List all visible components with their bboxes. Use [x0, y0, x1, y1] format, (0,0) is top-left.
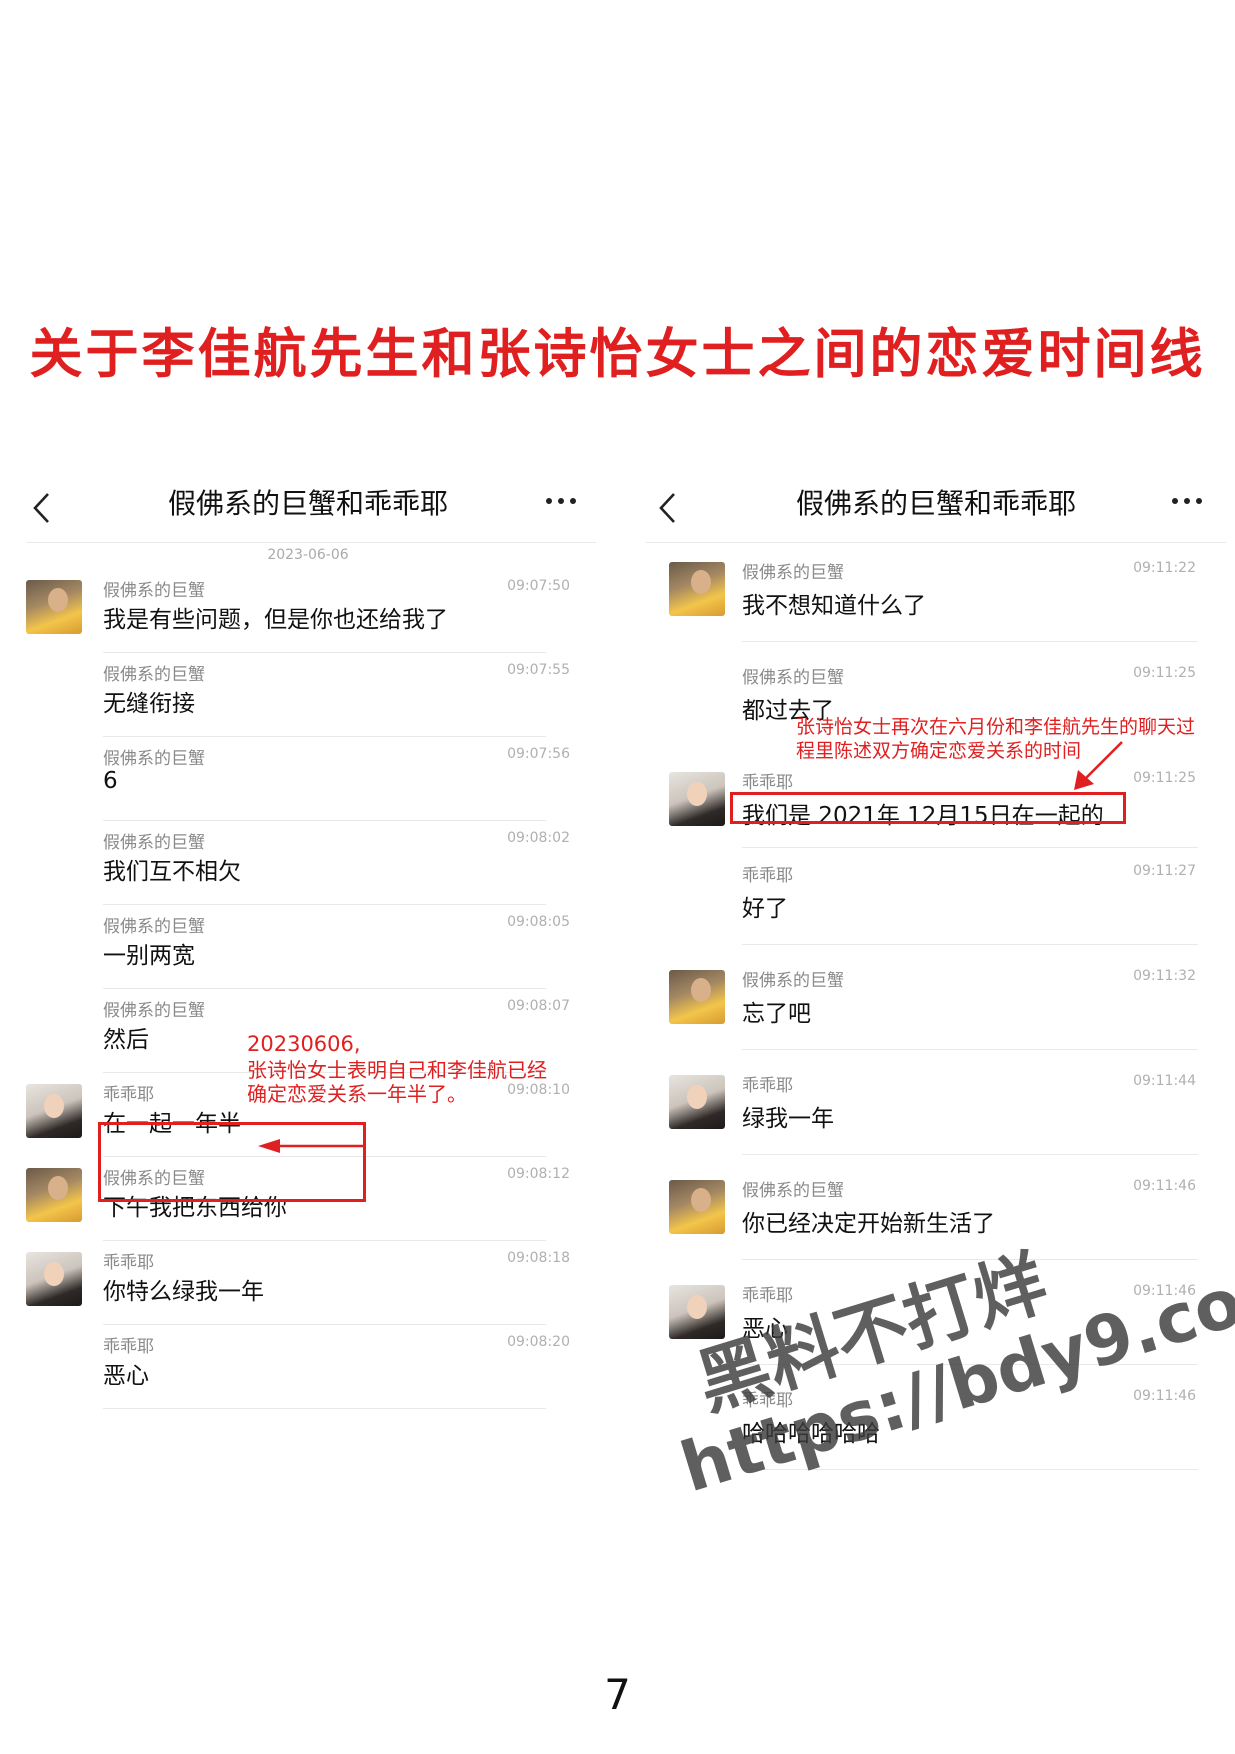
message-divider [742, 1154, 1198, 1155]
message-time: 09:11:46 [1133, 1178, 1196, 1194]
page-title: 关于李佳航先生和张诗怡女士之间的恋爱时间线 [29, 324, 1206, 385]
message-divider [103, 1408, 546, 1409]
avatar[interactable] [26, 1168, 82, 1222]
header-divider [646, 542, 1226, 543]
avatar[interactable] [669, 562, 725, 616]
sender-name: 假佛系的巨蟹 [742, 971, 844, 991]
message-divider [103, 820, 546, 821]
message-time: 09:08:02 [507, 830, 570, 846]
sender-name: 假佛系的巨蟹 [742, 563, 844, 583]
message-divider [742, 847, 1198, 848]
date-separator: 2023-06-06 [267, 547, 349, 563]
sender-name: 乖乖耶 [742, 1286, 793, 1306]
sender-name: 假佛系的巨蟹 [742, 1181, 844, 1201]
avatar[interactable] [669, 970, 725, 1024]
sender-name: 乖乖耶 [742, 1076, 793, 1096]
annotation-arrow [1074, 741, 1123, 790]
message-text: 一别两宽 [103, 943, 195, 969]
message-text: 绿我一年 [742, 1106, 834, 1132]
avatar[interactable] [669, 772, 725, 826]
page-number: 7 [604, 1670, 631, 1719]
chat-panel-left: 假佛系的巨蟹和乖乖耶 2023-06-06 假佛系的巨蟹 09:07:50 我是… [20, 470, 596, 1510]
highlight-box [98, 1122, 366, 1202]
message-text: 然后 [103, 1027, 149, 1053]
message-divider [103, 736, 546, 737]
sender-name: 假佛系的巨蟹 [103, 665, 205, 685]
message-text: 无缝衔接 [103, 691, 195, 717]
message-time: 09:08:07 [507, 998, 570, 1014]
chat-header: 假佛系的巨蟹和乖乖耶 [20, 470, 596, 540]
message-text: 我不想知道什么了 [742, 593, 926, 619]
avatar[interactable] [669, 1180, 725, 1234]
header-divider [26, 542, 596, 543]
sender-name: 乖乖耶 [103, 1337, 154, 1357]
message-divider [742, 1049, 1198, 1050]
message-time: 09:08:20 [507, 1334, 570, 1350]
message-time: 09:07:50 [507, 578, 570, 594]
chat-title: 假佛系的巨蟹和乖乖耶 [795, 487, 1076, 520]
message-time: 09:07:55 [507, 662, 570, 678]
message-divider [103, 988, 546, 989]
sender-name: 乖乖耶 [742, 866, 793, 886]
sender-name: 假佛系的巨蟹 [742, 668, 844, 688]
message-divider [742, 944, 1198, 945]
message-text: 你特么绿我一年 [103, 1279, 264, 1305]
annotation-line: 张诗怡女士再次在六月份和李佳航先生的聊天过 [796, 716, 1196, 738]
more-options-icon[interactable] [544, 496, 578, 506]
more-options-icon[interactable] [1170, 496, 1204, 506]
message-text: 6 [103, 768, 118, 794]
avatar[interactable] [26, 1084, 82, 1138]
message-time: 09:11:25 [1133, 665, 1196, 681]
avatar[interactable] [26, 1252, 82, 1306]
annotation-date: 20230606, [247, 1032, 361, 1056]
avatar[interactable] [26, 580, 82, 634]
annotation-line: 确定恋爱关系一年半了。 [247, 1082, 467, 1106]
annotation-line: 程里陈述双方确定恋爱关系的时间 [796, 740, 1082, 762]
sender-name: 乖乖耶 [103, 1085, 154, 1105]
chat-header: 假佛系的巨蟹和乖乖耶 [646, 470, 1226, 540]
message-time: 09:08:18 [507, 1250, 570, 1266]
sender-name: 乖乖耶 [742, 773, 793, 793]
sender-name: 假佛系的巨蟹 [103, 1001, 205, 1021]
message-time: 09:11:44 [1133, 1073, 1196, 1089]
message-time: 09:11:46 [1133, 1388, 1196, 1404]
message-divider [103, 1240, 546, 1241]
message-text: 我们互不相欠 [103, 859, 241, 885]
message-divider [103, 652, 546, 653]
message-time: 09:11:25 [1133, 770, 1196, 786]
sender-name: 乖乖耶 [103, 1253, 154, 1273]
avatar[interactable] [669, 1285, 725, 1339]
highlight-box [730, 792, 1126, 824]
message-divider [103, 904, 546, 905]
avatar[interactable] [669, 1075, 725, 1129]
annotation-arrow [258, 1139, 366, 1153]
message-time: 09:07:56 [507, 746, 570, 762]
message-time: 09:11:32 [1133, 968, 1196, 984]
message-time: 09:08:10 [507, 1082, 570, 1098]
message-time: 09:11:22 [1133, 560, 1196, 576]
message-text: 你已经决定开始新生活了 [742, 1211, 995, 1237]
message-divider [742, 641, 1198, 642]
chat-title: 假佛系的巨蟹和乖乖耶 [167, 487, 448, 520]
sender-name: 假佛系的巨蟹 [103, 749, 205, 769]
sender-name: 假佛系的巨蟹 [103, 833, 205, 853]
sender-name: 假佛系的巨蟹 [103, 581, 205, 601]
message-time: 09:11:27 [1133, 863, 1196, 879]
message-time: 09:08:05 [507, 914, 570, 930]
message-text: 恶心 [103, 1363, 149, 1389]
message-text: 好了 [742, 896, 788, 922]
sender-name: 假佛系的巨蟹 [103, 917, 205, 937]
message-time: 09:08:12 [507, 1166, 570, 1182]
message-text: 忘了吧 [742, 1001, 811, 1027]
annotation-line: 张诗怡女士表明自己和李佳航已经 [247, 1058, 547, 1082]
message-text: 我是有些问题，但是你也还给我了 [103, 607, 448, 633]
message-divider [103, 1324, 546, 1325]
